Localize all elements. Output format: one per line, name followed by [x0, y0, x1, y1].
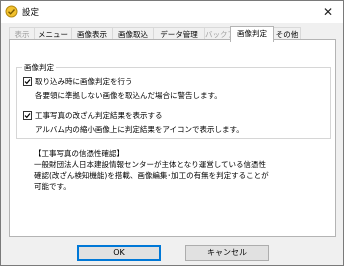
checkmark-icon	[24, 113, 31, 119]
info-heading: 【工事写真の信憑性確認】	[34, 149, 124, 158]
option-judge-on-import-description: 各要領に準拠しない画像を取込んだ場合に警告します。	[35, 91, 222, 100]
option-show-tamper-result-label[interactable]: 工事写真の改ざん判定結果を表示する	[35, 110, 163, 121]
title-bar: 設定 ✕	[1, 1, 343, 23]
checkmark-icon	[24, 79, 31, 85]
checkbox-judge-on-import[interactable]	[23, 77, 32, 86]
settings-app-icon	[5, 5, 18, 18]
settings-dialog: 設定 ✕ 表示 メニュー 画像表示 画像取込 データ管理 バックアップ 画像判定…	[0, 0, 344, 266]
checkbox-show-tamper-result[interactable]	[23, 111, 32, 120]
info-line-3: 可能です。	[34, 182, 71, 191]
tab-image-judgement[interactable]: 画像判定	[230, 26, 274, 42]
option-judge-on-import-label[interactable]: 取り込み時に画像判定を行う	[35, 76, 133, 87]
tab-strip: 表示 メニュー 画像表示 画像取込 データ管理 バックアップ 画像判定 その他	[9, 26, 301, 42]
group-label: 画像判定	[22, 62, 56, 73]
info-line-1: 一般財団法人日本建設情報センターが主体となり運営している信憑性	[34, 160, 267, 169]
cancel-button[interactable]: キャンセル	[185, 245, 269, 261]
ok-button[interactable]: OK	[77, 245, 161, 261]
info-line-2: 確認(改ざん検知機能)を搭載、画像編集･加工の有無を判定することが	[34, 171, 269, 180]
close-icon[interactable]: ✕	[313, 1, 343, 23]
window-title: 設定	[22, 8, 40, 18]
option-show-tamper-result-description: アルバム内の縮小画像上に判定結果をアイコンで表示します。	[35, 125, 244, 134]
